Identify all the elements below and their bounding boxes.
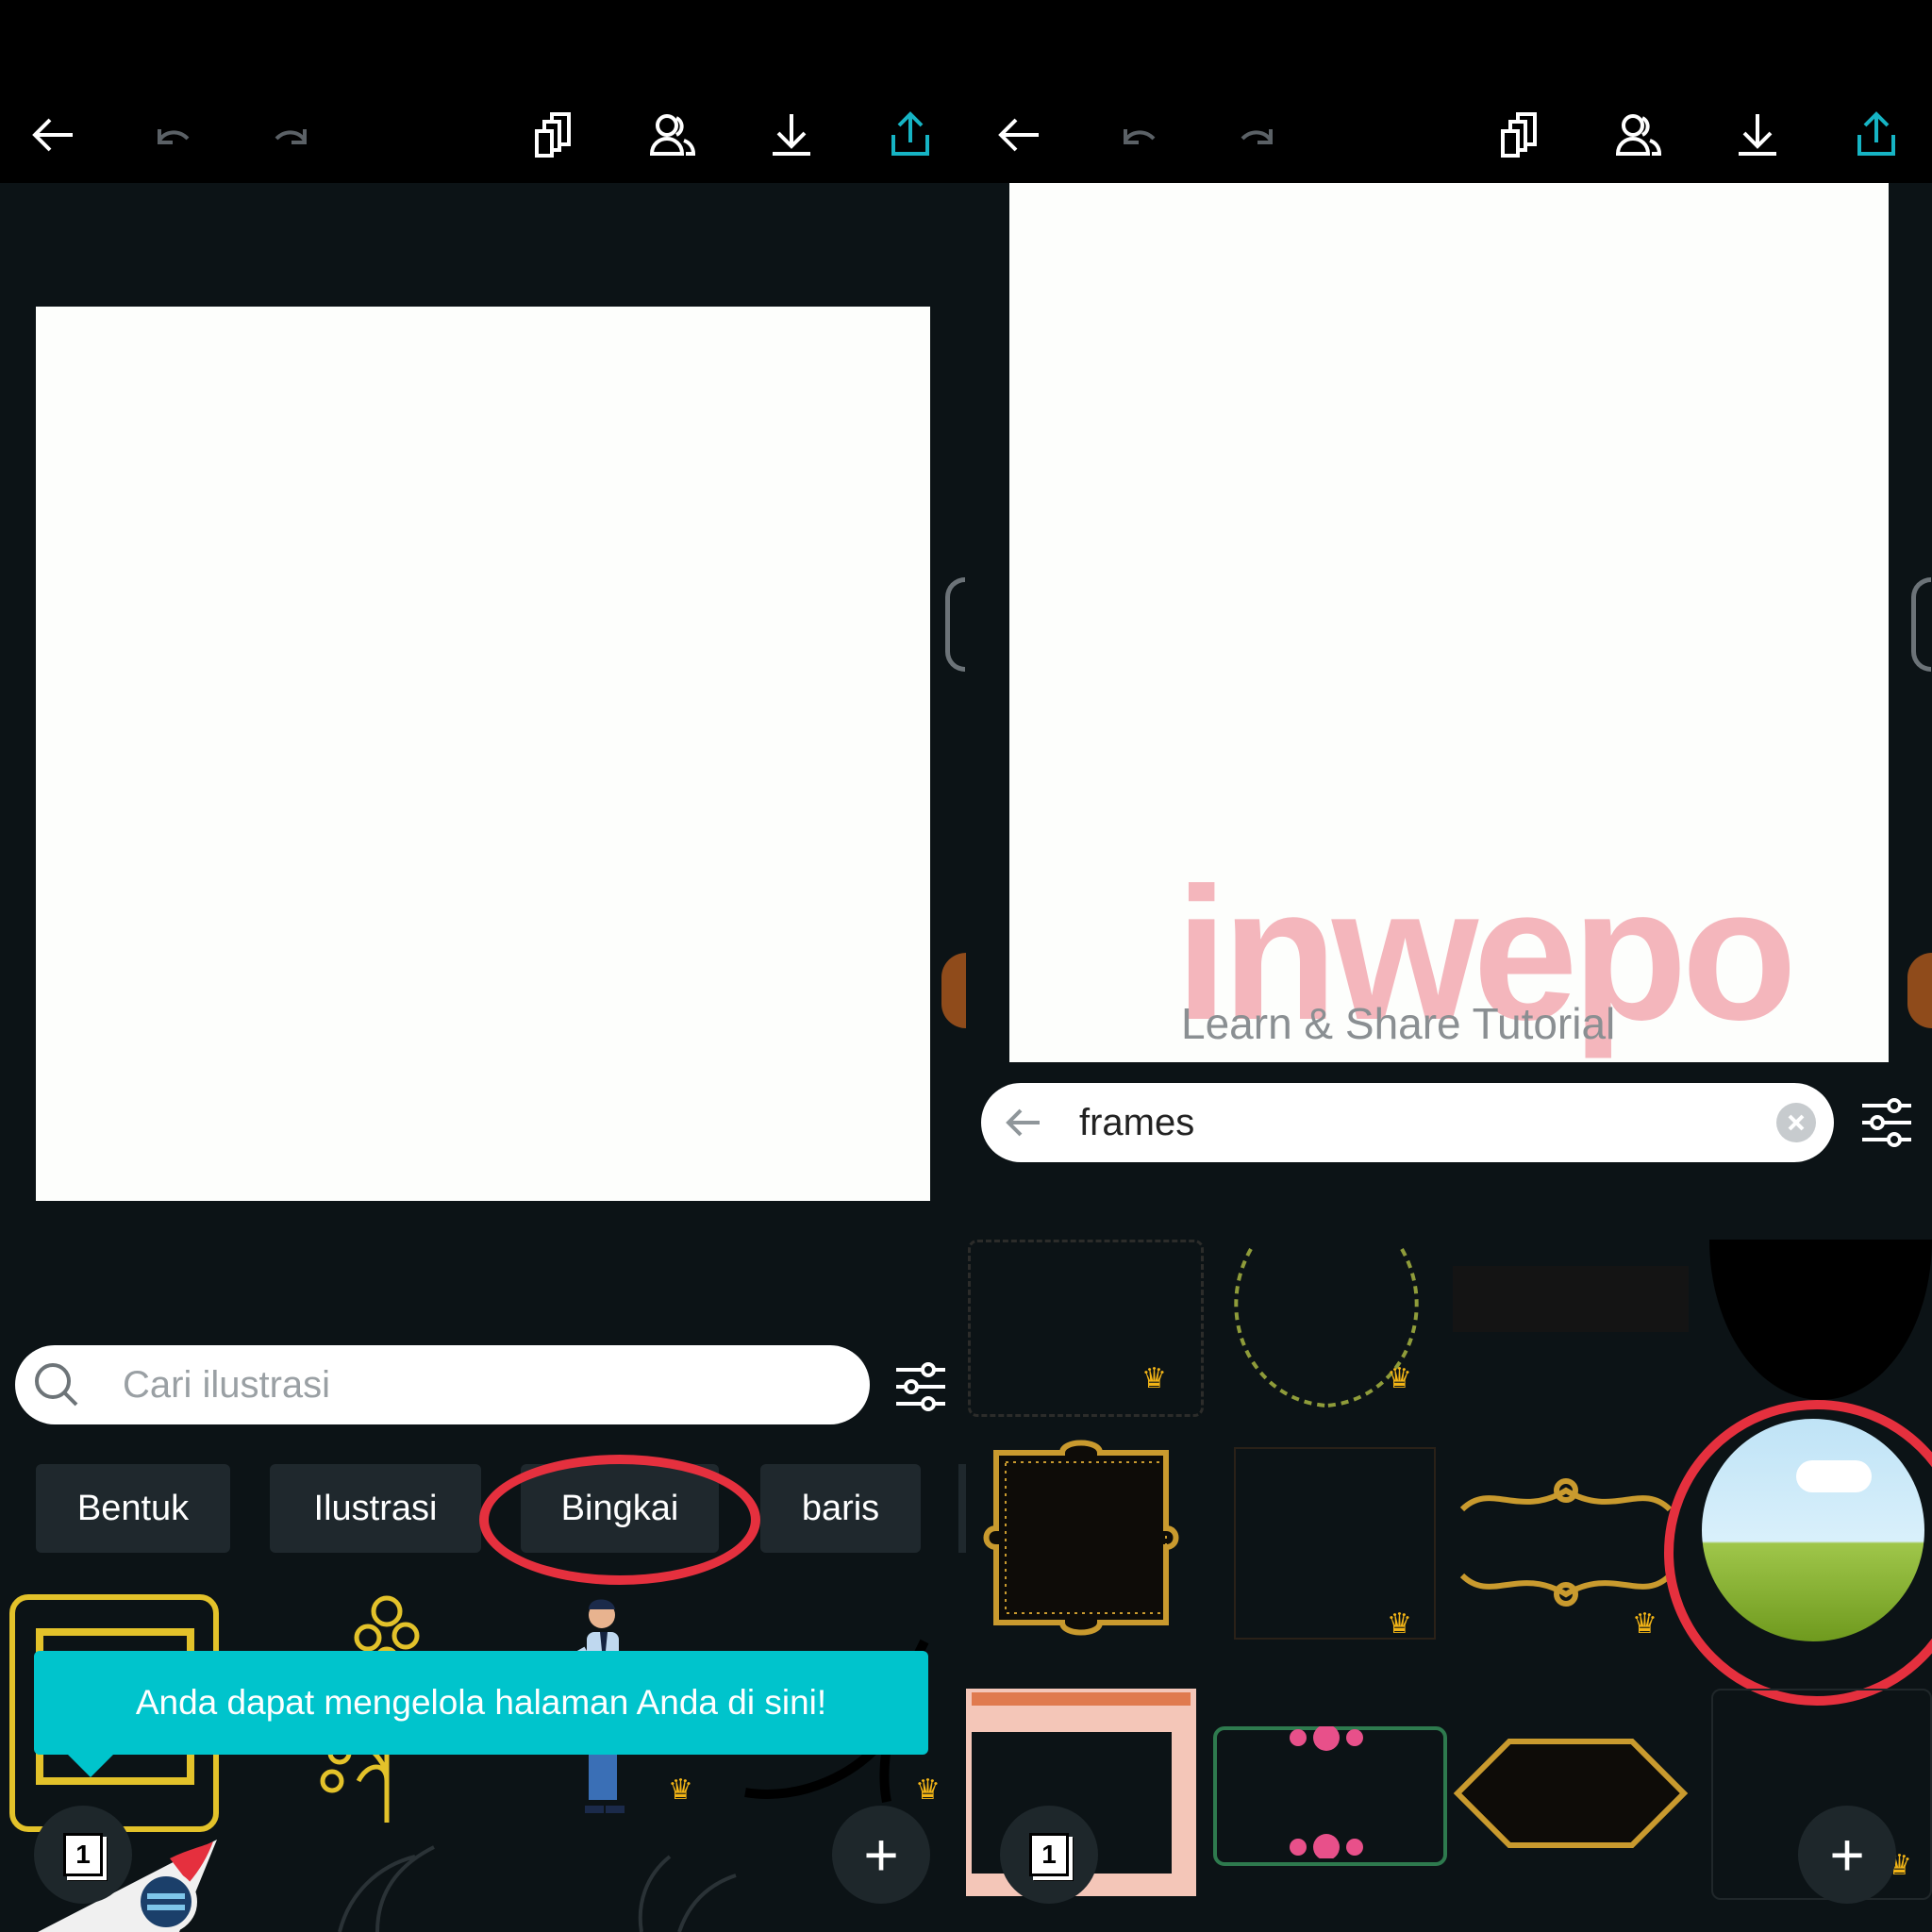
download-icon [1739,114,1776,156]
grid-item-frame-lace[interactable] [1453,1266,1689,1332]
leaves-icon [338,1845,737,1932]
pages-icon [535,112,571,158]
frames-search-bar[interactable]: frames [981,1083,1834,1162]
clear-icon[interactable] [1775,1102,1817,1143]
share-icon [1857,111,1895,156]
undo-button[interactable] [1108,104,1170,166]
pages-button[interactable] [523,104,585,166]
floral-icon [1290,1726,1363,1858]
pages-button[interactable] [1489,104,1551,166]
chip-overflow [958,1464,966,1553]
share-button[interactable] [879,104,941,166]
side-panel-handle[interactable] [1911,577,1931,672]
collaborate-icon [1615,114,1662,156]
page-manager-button[interactable]: 1 [34,1806,132,1904]
redo-button[interactable] [260,104,323,166]
grid-item-frame-ornate-dark[interactable] [968,1240,1204,1417]
chip-baris[interactable]: baris [760,1464,921,1553]
grid-item-frame-gold-flourish[interactable] [1453,1453,1679,1632]
onboarding-tooltip: Anda dapat mengelola halaman Anda di sin… [34,1651,928,1755]
download-icon [773,114,810,156]
download-button[interactable] [760,104,823,166]
add-element-button[interactable]: + [832,1806,930,1904]
filter-button[interactable] [1858,1094,1915,1151]
crown-icon: ♛ [1387,1363,1412,1394]
grid-item-leaves[interactable] [283,1840,755,1932]
chip-ilustrasi[interactable]: Ilustrasi [270,1464,481,1553]
filter-icon [896,1362,945,1411]
undo-button[interactable] [142,104,204,166]
filter-button[interactable] [892,1358,949,1415]
undo-icon [1124,129,1156,144]
download-button[interactable] [1726,104,1789,166]
search-icon [35,1363,78,1407]
share-button[interactable] [1845,104,1907,166]
back-button[interactable] [23,104,85,166]
back-arrow-icon[interactable] [1002,1101,1045,1144]
crown-icon: ♛ [668,1774,693,1806]
right-screen: frames ♛ ♛ ♛ ♛ ♛ 1 + inwepo Learn & Shar… [966,0,1932,1932]
watermark-tagline: Learn & Share Tutorial [1181,999,1616,1048]
chip-bentuk[interactable]: Bentuk [36,1464,230,1553]
redo-icon [1241,129,1273,144]
crown-icon: ♛ [1387,1608,1412,1640]
tooltip-arrow [66,1753,115,1777]
left-screen: Cari ilustrasi Bentuk Ilustrasi Bingkai … [0,0,966,1932]
side-tab[interactable] [941,953,966,1028]
share-icon [891,111,929,156]
highlight-ring [479,1455,760,1585]
flourish-icon [1459,1478,1673,1607]
crown-icon: ♛ [1141,1363,1167,1394]
side-tab[interactable] [1907,953,1932,1028]
back-arrow-icon [998,118,1039,152]
pages-icon [1501,112,1537,158]
page-count: 1 [1029,1833,1069,1876]
illustration-search-bar[interactable]: Cari ilustrasi [15,1345,870,1424]
side-panel-handle[interactable] [945,577,965,672]
back-arrow-icon [32,118,73,152]
undo-icon [158,129,190,144]
design-canvas[interactable] [36,307,930,1201]
redo-icon [275,129,307,144]
window-titlebar [972,1692,1191,1706]
collaborate-icon [649,114,696,156]
page-count: 1 [63,1833,103,1876]
grid-item-frame-gold-badge[interactable] [977,1434,1185,1641]
add-element-button[interactable]: + [1798,1806,1896,1904]
collaborate-button[interactable] [1607,104,1670,166]
page-manager-button[interactable]: 1 [1000,1806,1098,1904]
collaborate-button[interactable] [641,104,704,166]
grid-item-frame-diamond[interactable] [1453,1732,1689,1855]
diamond-frame-icon [1453,1739,1689,1848]
back-button[interactable] [989,104,1051,166]
search-input[interactable]: frames [1079,1102,1775,1144]
filter-icon [1862,1098,1911,1147]
grid-item-frame-floral[interactable] [1213,1726,1447,1866]
crown-icon: ♛ [1632,1608,1657,1640]
search-input[interactable]: Cari ilustrasi [123,1364,330,1407]
badge-frame-icon [983,1440,1179,1636]
redo-button[interactable] [1226,104,1289,166]
